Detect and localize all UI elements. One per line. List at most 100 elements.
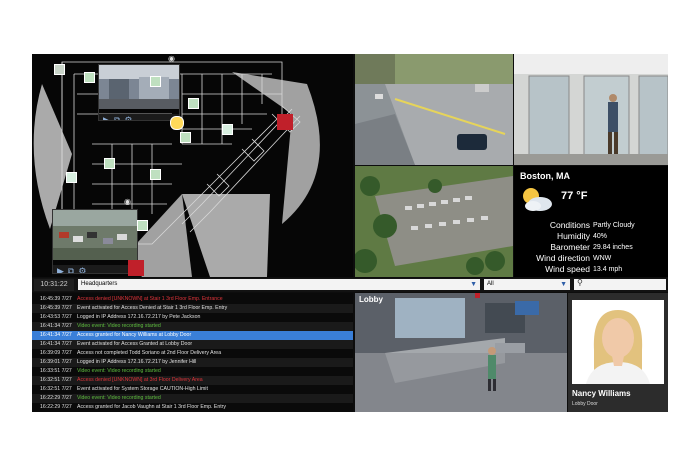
event-row[interactable]: 16:43:53 7/27 Logged in IP Address 172.16… — [32, 313, 353, 322]
event-description: Access denied [UNKNOWN] at 3rd Floor Del… — [77, 377, 203, 383]
event-description: Access granted for Jacob Vaughn at Stair… — [77, 404, 226, 410]
partly-cloudy-icon — [523, 188, 552, 211]
door-marker[interactable] — [180, 132, 191, 143]
chevron-down-icon: ▼ — [560, 281, 567, 288]
event-row[interactable]: 16:41:34 7/27 Video event: Video recordin… — [32, 322, 353, 331]
event-description: Logged in IP Address 172.16.72.217 by Pe… — [77, 314, 201, 320]
weather-label: Wind direction — [536, 253, 590, 263]
event-log[interactable]: 16:45:39 7/27 Access denied [UNKNOWN] at … — [32, 293, 353, 412]
event-row[interactable]: 16:39:01 7/27 Logged in IP Address 172.16… — [32, 358, 353, 367]
video-tile-lobby[interactable]: Lobby — [355, 293, 567, 412]
event-row[interactable]: 16:22:29 7/27 Access granted for Jacob Va… — [32, 403, 353, 412]
event-description: Video event: Video recording started — [77, 368, 161, 374]
event-row[interactable]: 16:45:39 7/27 Event activated for Access … — [32, 304, 353, 313]
settings-icon[interactable]: ⚙ — [124, 115, 132, 121]
weather-value: 40% — [593, 233, 608, 240]
event-time: 16:45:39 7/27 — [40, 305, 72, 311]
event-time: 16:32:51 7/27 — [40, 386, 72, 392]
weather-value: 13.4 mph — [593, 266, 623, 273]
camera-marker[interactable] — [54, 64, 65, 75]
security-console: ▶ ⧉ ⚙ ◉ ▶ ⧉ ⚙ ◉ Boston, MA 77 °F Conditi… — [32, 54, 668, 412]
event-time: 16:41:34 7/27 — [40, 323, 72, 329]
video-tile-street[interactable] — [355, 54, 513, 165]
play-icon[interactable]: ▶ — [103, 115, 110, 121]
video-tile-entrance[interactable] — [514, 54, 668, 165]
site-selector[interactable]: Headquarters ▼ — [78, 279, 480, 290]
event-description: Logged in IP Address 172.16.72.217 by Je… — [77, 359, 197, 365]
event-description: Video event: Video recording started — [77, 395, 161, 401]
door-marker[interactable] — [150, 76, 161, 87]
event-description: Access granted for Nancy Williams at Lob… — [77, 332, 192, 338]
event-time: 16:39:01 7/27 — [40, 359, 72, 365]
weather-label: Wind speed — [545, 264, 590, 274]
camera-marker[interactable] — [66, 172, 77, 183]
door-marker[interactable] — [84, 72, 95, 83]
event-description: Access denied [UNKNOWN] at Stair 1 3rd F… — [77, 296, 223, 302]
event-row[interactable]: 16:33:51 7/27 Video event: Video recordin… — [32, 367, 353, 376]
cardholder-name: Nancy Williams — [572, 389, 631, 398]
event-time: 16:43:53 7/27 — [40, 314, 72, 320]
lobby-title: Lobby — [359, 295, 383, 304]
event-description: Access not completed Todd Soriano at 2nd… — [77, 350, 222, 356]
camera-icon[interactable]: ◉ — [168, 54, 175, 63]
alarm-door-indicator[interactable] — [128, 260, 144, 276]
search-icon: ⚲ — [577, 278, 583, 287]
event-row[interactable]: 16:32:51 7/27 Event activated for System … — [32, 385, 353, 394]
weather-temperature: 77 °F — [561, 190, 588, 202]
alarm-door-indicator[interactable] — [277, 114, 293, 130]
weather-row: Humidity 40% — [514, 231, 664, 242]
copy-icon[interactable]: ⧉ — [114, 115, 120, 121]
clock: 10:31:22 — [34, 279, 74, 291]
camera-marker[interactable] — [222, 124, 233, 135]
filter-selector-value: All — [487, 281, 494, 287]
event-time: 16:32:51 7/27 — [40, 377, 72, 383]
weather-value: Partly Cloudy — [593, 222, 635, 229]
weather-details: Conditions Partly Cloudy Humidity 40% Baro… — [514, 220, 664, 275]
parking-camera-feed — [355, 166, 513, 277]
door-marker[interactable] — [188, 98, 199, 109]
entrance-camera-feed — [514, 54, 668, 165]
camera-snapshot-hallway — [99, 65, 179, 109]
event-row[interactable]: 16:41:34 7/27 Event activated for Access … — [32, 340, 353, 349]
copy-icon[interactable]: ⧉ — [68, 266, 74, 273]
weather-row: Barometer 29.84 inches — [514, 242, 664, 253]
event-row[interactable]: 16:22:29 7/27 Video event: Video recordin… — [32, 394, 353, 403]
active-camera-icon[interactable] — [170, 116, 184, 130]
event-time: 16:41:34 7/27 — [40, 341, 72, 347]
event-row[interactable]: 16:45:39 7/27 Access denied [UNKNOWN] at … — [32, 295, 353, 304]
event-time: 16:33:51 7/27 — [40, 368, 72, 374]
weather-row: Wind speed 13.4 mph — [514, 264, 664, 275]
chevron-down-icon: ▼ — [470, 281, 477, 288]
event-time: 16:39:09 7/27 — [40, 350, 72, 356]
event-time: 16:22:29 7/27 — [40, 395, 72, 401]
search-input[interactable]: ⚲ — [574, 278, 666, 290]
video-tile-parking-lot[interactable] — [355, 166, 513, 277]
play-icon[interactable]: ▶ — [57, 266, 64, 273]
weather-value: WNW — [593, 255, 612, 262]
floor-plan-map[interactable]: ▶ ⧉ ⚙ ◉ ▶ ⧉ ⚙ ◉ — [32, 54, 353, 277]
weather-row: Conditions Partly Cloudy — [514, 220, 664, 231]
cardholder-location: Lobby Door — [572, 401, 598, 407]
camera-icon[interactable]: ◉ — [124, 197, 131, 206]
door-marker[interactable] — [137, 220, 148, 231]
weather-label: Conditions — [549, 220, 590, 230]
weather-label: Barometer — [550, 242, 590, 252]
lobby-camera-feed — [355, 293, 567, 412]
map-camera-thumbnail-bottom[interactable]: ▶ ⧉ ⚙ — [52, 209, 138, 274]
event-time: 16:41:34 7/27 — [40, 332, 72, 338]
event-row[interactable]: 16:32:51 7/27 Access denied [UNKNOWN] at … — [32, 376, 353, 385]
event-description: Event activated for System Storage CAUTI… — [77, 386, 208, 392]
weather-row: Wind direction WNW — [514, 253, 664, 264]
weather-value: 29.84 inches — [593, 244, 633, 251]
door-marker[interactable] — [104, 158, 115, 169]
settings-icon[interactable]: ⚙ — [78, 266, 86, 273]
filter-selector[interactable]: All ▼ — [484, 279, 570, 290]
event-row[interactable]: 16:41:34 7/27 Access granted for Nancy Wi… — [32, 331, 353, 340]
weather-city: Boston, MA — [520, 171, 570, 181]
door-marker[interactable] — [150, 169, 161, 180]
site-selector-value: Headquarters — [81, 281, 118, 287]
map-camera-thumbnail-top[interactable]: ▶ ⧉ ⚙ — [98, 64, 180, 121]
cardholder-card: Nancy Williams Lobby Door — [568, 293, 668, 412]
weather-panel: Boston, MA 77 °F Conditions Partly Cloudy… — [514, 166, 668, 277]
event-row[interactable]: 16:39:09 7/27 Access not completed Todd S… — [32, 349, 353, 358]
